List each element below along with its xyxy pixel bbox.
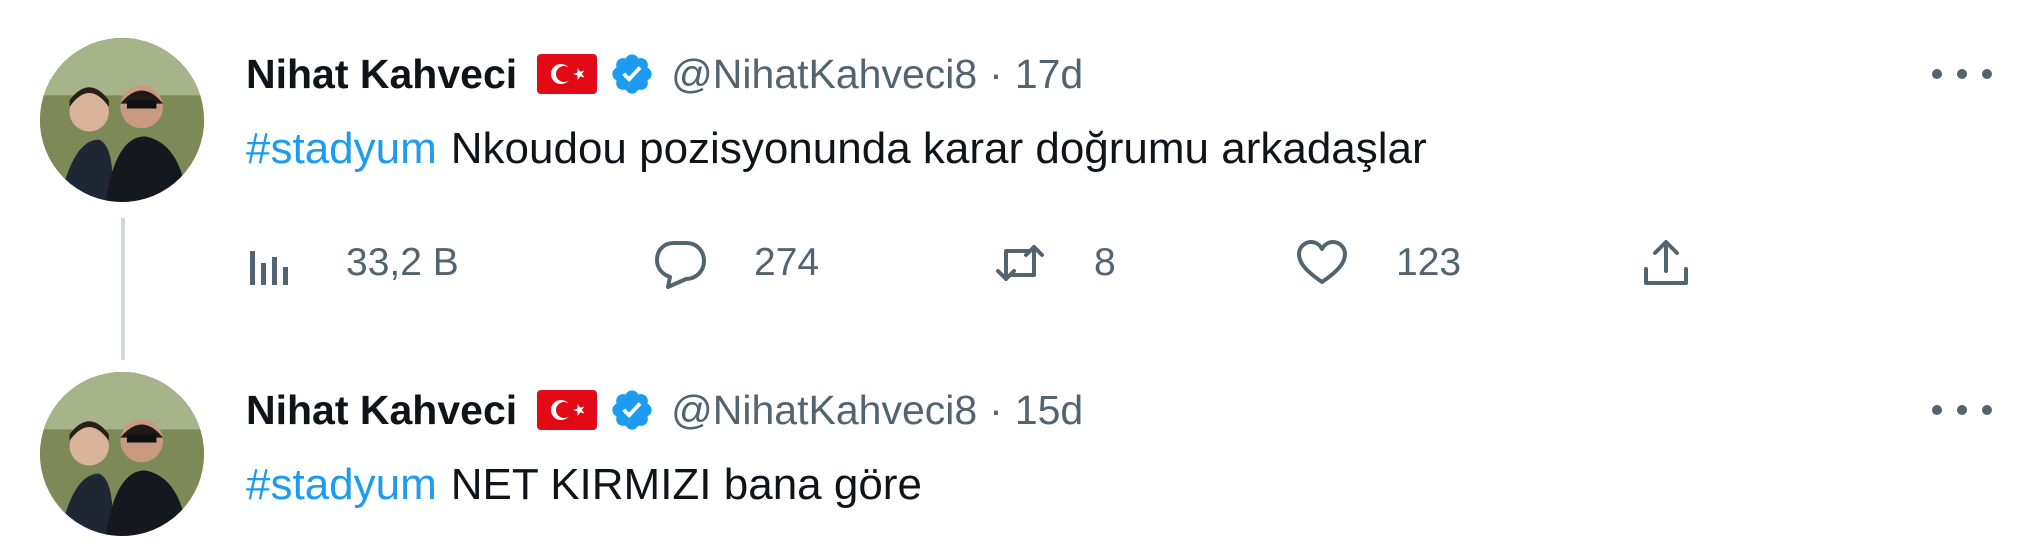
- author-handle[interactable]: @NihatKahveci8: [671, 387, 977, 434]
- action-bar: 33,2 B 274 8 123: [0, 228, 2042, 298]
- retweet-count: 8: [1094, 241, 1116, 284]
- tweet-header: Nihat Kahveci @NihatKahveci8 · 15d: [246, 378, 1083, 442]
- heart-icon: [1297, 240, 1347, 284]
- retweet-icon: [996, 245, 1044, 281]
- views-count: 33,2 B: [346, 241, 459, 284]
- tweet-body: Nkoudou pozisyonunda karar doğrumu arkad…: [450, 124, 1427, 173]
- views-button[interactable]: 33,2 B: [246, 228, 459, 298]
- tweet[interactable]: Nihat Kahveci @NihatKahveci8 · 17d #stad…: [0, 0, 2042, 360]
- tweet[interactable]: Nihat Kahveci @NihatKahveci8 · 15d #stad…: [0, 360, 2042, 555]
- tweet-text: #stadyum Nkoudou pozisyonunda karar doğru…: [246, 124, 1427, 174]
- separator-dot: ·: [989, 50, 1003, 97]
- author-name[interactable]: Nihat Kahveci: [246, 51, 517, 98]
- tweet-body: NET KIRMIZI bana göre: [450, 460, 922, 509]
- tweet-text: #stadyum NET KIRMIZI bana göre: [246, 460, 922, 510]
- separator-dot: ·: [989, 386, 1003, 433]
- turkey-flag-icon: [537, 390, 598, 430]
- more-options-icon[interactable]: [1932, 54, 1992, 94]
- more-options-icon[interactable]: [1932, 390, 1992, 430]
- turkey-flag-icon: [537, 54, 598, 94]
- avatar[interactable]: [40, 372, 204, 536]
- reply-icon: [655, 241, 706, 289]
- verified-badge-icon: [609, 387, 655, 433]
- reply-count: 274: [754, 241, 820, 284]
- tweet-timestamp[interactable]: 15d: [1015, 387, 1083, 434]
- analytics-icon: [250, 251, 288, 285]
- share-icon: [1644, 240, 1688, 285]
- hashtag-link[interactable]: #stadyum: [246, 460, 437, 509]
- share-button[interactable]: [1640, 228, 1692, 298]
- tweet-header: Nihat Kahveci @NihatKahveci8 · 17d: [246, 42, 1083, 106]
- retweet-button[interactable]: 8: [994, 228, 1116, 298]
- like-button[interactable]: 123: [1296, 228, 1461, 298]
- author-handle[interactable]: @NihatKahveci8: [671, 51, 977, 98]
- hashtag-link[interactable]: #stadyum: [246, 124, 437, 173]
- verified-badge-icon: [609, 51, 655, 97]
- avatar[interactable]: [40, 38, 204, 202]
- like-count: 123: [1396, 241, 1462, 284]
- author-name[interactable]: Nihat Kahveci: [246, 387, 517, 434]
- tweet-timestamp[interactable]: 17d: [1015, 51, 1083, 98]
- reply-button[interactable]: 274: [654, 228, 819, 298]
